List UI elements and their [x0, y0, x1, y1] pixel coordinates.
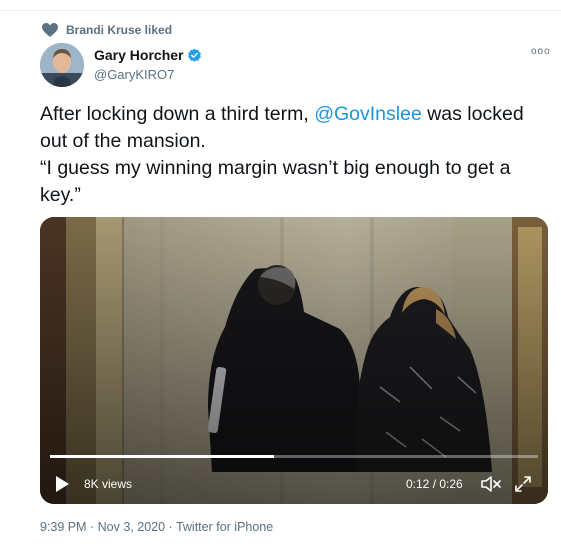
- mention-link[interactable]: @GovInslee: [314, 103, 422, 125]
- tweet-metadata[interactable]: 9:39 PM · Nov 3, 2020 · Twitter for iPho…: [40, 520, 273, 534]
- video-time: 0:12 / 0:26: [406, 477, 463, 491]
- more-options-icon[interactable]: ooo: [531, 46, 551, 57]
- mute-icon[interactable]: [480, 475, 502, 493]
- video-views: 8K views: [84, 477, 133, 491]
- top-divider: [0, 10, 561, 11]
- author-name-row[interactable]: Gary Horcher: [94, 47, 202, 63]
- play-icon[interactable]: [54, 475, 70, 493]
- author-name: Gary Horcher: [94, 47, 184, 63]
- expand-icon[interactable]: [514, 475, 532, 493]
- video-progress-fill: [50, 455, 275, 458]
- avatar[interactable]: [40, 43, 84, 87]
- video-player[interactable]: 8K views 0:12 / 0:26: [40, 217, 548, 504]
- author-handle[interactable]: @GaryKIRO7: [94, 67, 174, 82]
- tweet-line-1: After locking down a third term, @GovIns…: [40, 101, 555, 155]
- verified-badge-icon: [188, 48, 202, 62]
- avatar-image: [40, 43, 84, 87]
- tweet-text: After locking down a third term, @GovIns…: [40, 101, 555, 209]
- tweet-quote: “I guess my winning margin wasn’t big en…: [40, 157, 511, 206]
- video-progress-bar[interactable]: [50, 455, 538, 458]
- heart-icon: [42, 23, 58, 37]
- video-frame: [40, 217, 548, 504]
- social-context[interactable]: Brandi Kruse liked: [42, 23, 172, 37]
- tweet-text-part: After locking down a third term,: [40, 103, 315, 125]
- social-context-text: Brandi Kruse liked: [66, 23, 173, 37]
